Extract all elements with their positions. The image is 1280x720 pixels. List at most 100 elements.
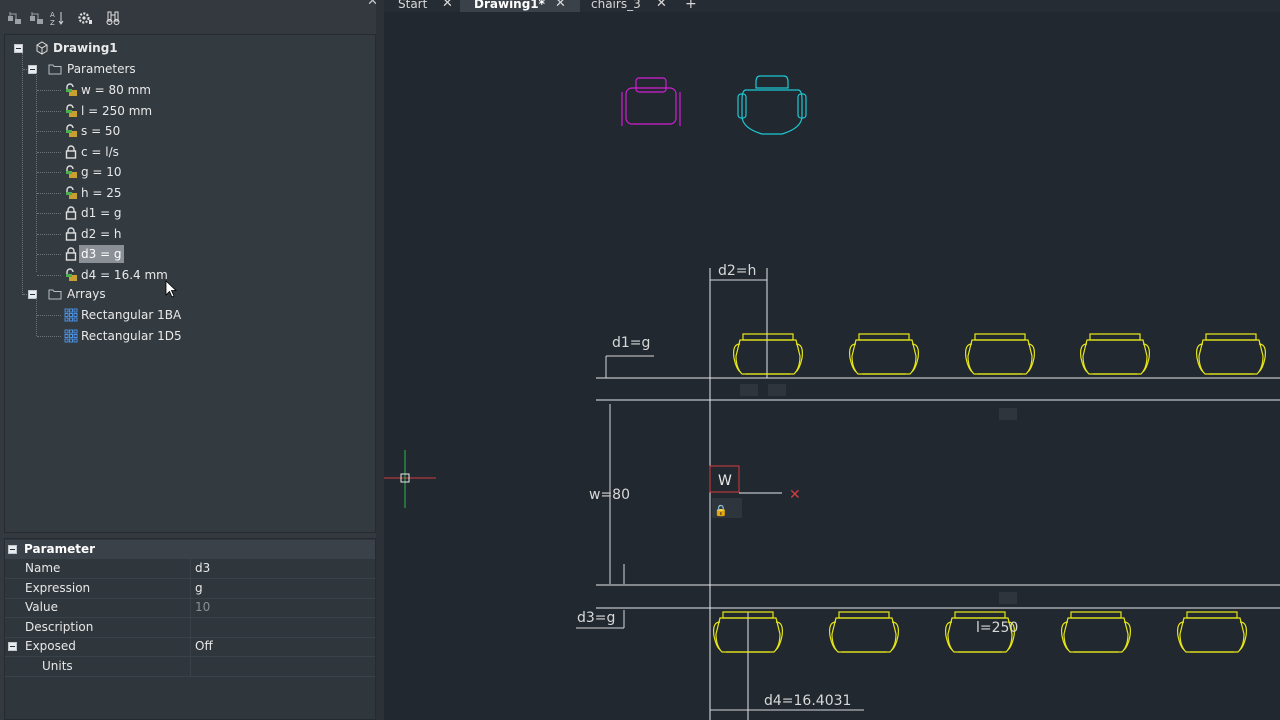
tree-parameter-item[interactable]: h = 25: [5, 184, 375, 202]
document-tabs: Start ✕ Drawing1* ✕ chairs_3 ✕ +: [384, 0, 1280, 12]
new-tab-button[interactable]: +: [685, 0, 697, 12]
drawing-canvas[interactable]: d2=h d1=g w=80 d3=g d4=16.4031 l=250 W ✕…: [384, 12, 1280, 720]
x-axis-icon: ✕: [789, 487, 801, 503]
tab-close-icon[interactable]: ✕: [555, 0, 566, 12]
toolbar: AZ ✕: [0, 0, 384, 34]
property-name: Units: [42, 659, 73, 673]
tab-drawing1[interactable]: Drawing1*: [474, 0, 545, 12]
rectangular-array-icon: [64, 308, 78, 322]
chair[interactable]: [828, 611, 900, 653]
lock-icon: [65, 226, 77, 241]
unlocked-parameter-icon: [66, 124, 77, 137]
tree-parameter-label: s = 50: [81, 124, 121, 138]
properties-header[interactable]: Parameter: [5, 540, 375, 559]
parameters-tree: Drawing1 Parameters w = 80 mm l = 250 mm s…: [4, 34, 376, 533]
chair[interactable]: [848, 333, 920, 375]
tree-array-item[interactable]: Rectangular 1BA: [5, 306, 375, 324]
tree-array-item[interactable]: Rectangular 1D5: [5, 327, 375, 345]
dim-d2-label[interactable]: d2=h: [718, 263, 756, 279]
property-name: Name: [25, 561, 61, 575]
tree-parameter-item[interactable]: d4 = 16.4 mm: [5, 266, 375, 284]
sort-az-icon[interactable]: AZ: [48, 9, 66, 27]
tree-parameter-label: l = 250 mm: [81, 103, 153, 118]
panel-splitter[interactable]: [376, 0, 384, 720]
tree-parameter-item[interactable]: s = 50: [5, 122, 375, 140]
tab-close-icon[interactable]: ✕: [656, 0, 667, 12]
property-name: Exposed: [25, 639, 76, 654]
expand-all-icon[interactable]: [28, 9, 46, 27]
unlocked-parameter-icon: [66, 165, 77, 178]
tree-root-drawing[interactable]: Drawing1: [5, 39, 375, 57]
property-row[interactable]: Expression g: [5, 578, 375, 599]
find-binoculars-icon[interactable]: [104, 9, 122, 27]
property-row[interactable]: Exposed Off: [5, 637, 375, 658]
property-row[interactable]: Name d3: [5, 559, 375, 579]
tree-array-label: Rectangular 1BA: [81, 308, 182, 322]
collapse-icon[interactable]: [8, 545, 17, 554]
chair[interactable]: [1060, 611, 1132, 653]
property-row[interactable]: Value 10: [5, 598, 375, 619]
tree-parameter-item[interactable]: c = l/s: [5, 143, 375, 161]
collapse-icon[interactable]: [8, 642, 17, 652]
chair[interactable]: [1195, 333, 1267, 375]
property-row[interactable]: Units: [5, 657, 375, 677]
collapse-all-icon[interactable]: [6, 9, 24, 27]
tab-chairs-3[interactable]: chairs_3: [591, 0, 641, 12]
tree-parameter-item[interactable]: w = 80 mm: [5, 81, 375, 99]
folder-icon: [48, 64, 62, 75]
dim-d1-label[interactable]: d1=g: [612, 335, 650, 351]
tree-root-label: Drawing1: [53, 41, 118, 55]
tree-folder-label: Parameters: [67, 62, 136, 76]
left-panel: AZ ✕ Drawing1 Parameters w = 80 mm l = 25…: [0, 0, 384, 720]
tree-parameter-label: d4 = 16.4 mm: [81, 267, 168, 282]
folder-icon: [48, 289, 62, 300]
lock-icon: [65, 144, 77, 159]
crosshair-cursor: [384, 450, 436, 508]
dim-d4-label[interactable]: d4=16.4031: [764, 693, 851, 709]
tree-parameter-label: d2 = h: [81, 226, 122, 241]
property-value[interactable]: 10: [194, 598, 210, 617]
collapse-icon[interactable]: [14, 44, 23, 53]
magenta-chair[interactable]: [621, 77, 681, 126]
property-value[interactable]: g: [194, 579, 203, 598]
tree-folder-arrays[interactable]: Arrays: [5, 285, 375, 303]
property-row[interactable]: Description: [5, 617, 375, 638]
chair[interactable]: [732, 333, 804, 375]
mouse-cursor-icon: [165, 280, 177, 298]
chair[interactable]: [1176, 611, 1248, 653]
property-value[interactable]: Off: [194, 637, 213, 656]
dim-d3-label[interactable]: d3=g: [577, 610, 615, 626]
properties-panel: Parameter Name d3 Expression g Value 10 Descri…: [4, 538, 376, 720]
chair[interactable]: [964, 333, 1036, 375]
property-value[interactable]: d3: [194, 559, 210, 578]
tree-parameter-label: d1 = g: [81, 206, 122, 220]
properties-header-label: Parameter: [24, 542, 96, 556]
tree-folder-parameters[interactable]: Parameters: [5, 60, 375, 78]
property-name: Value: [25, 600, 58, 615]
svg-text:Z: Z: [50, 19, 55, 26]
cyan-chair[interactable]: [737, 75, 807, 135]
tree-parameter-item[interactable]: g = 10: [5, 163, 375, 181]
tree-parameter-label: h = 25: [81, 185, 122, 200]
tree-folder-label: Arrays: [67, 287, 106, 301]
svg-text:A: A: [50, 11, 55, 19]
property-name: Expression: [25, 580, 91, 595]
tab-start[interactable]: Start: [398, 0, 427, 12]
tree-parameter-item[interactable]: d3 = g: [5, 245, 375, 263]
unlocked-parameter-icon: [66, 83, 77, 96]
settings-gear-icon[interactable]: [76, 9, 94, 27]
tree-parameter-item[interactable]: d2 = h: [5, 225, 375, 243]
tree-array-label: Rectangular 1D5: [81, 328, 182, 343]
tab-close-icon[interactable]: ✕: [442, 0, 453, 12]
tree-parameter-label: d3 = g: [79, 245, 124, 263]
lock-icon: 🔒: [714, 504, 728, 517]
dim-w-label[interactable]: w=80: [589, 487, 630, 503]
tree-parameter-item[interactable]: l = 250 mm: [5, 102, 375, 120]
dim-l-label[interactable]: l=250: [976, 620, 1018, 636]
property-name: Description: [25, 619, 94, 634]
tree-parameter-item[interactable]: d1 = g: [5, 204, 375, 222]
lock-icon: [65, 206, 77, 220]
tree-parameter-label: c = l/s: [81, 144, 119, 159]
unlocked-parameter-icon: [66, 185, 77, 199]
chair[interactable]: [1079, 333, 1151, 375]
